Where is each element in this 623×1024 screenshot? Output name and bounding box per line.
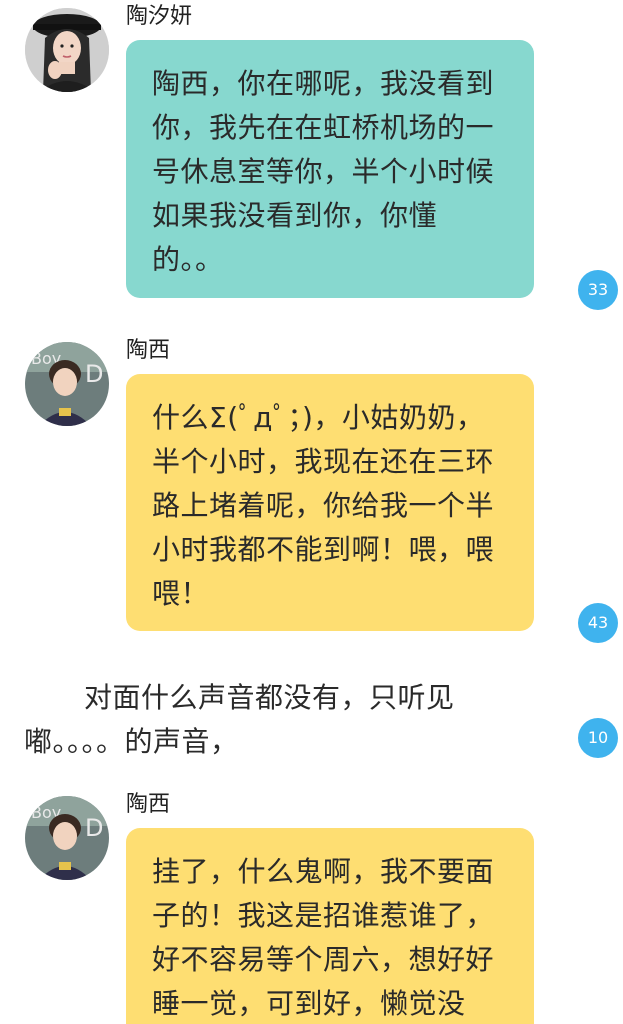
- male-avatar-icon: Boy D: [25, 342, 109, 426]
- sender-name: 陶西: [126, 338, 171, 363]
- avatar-taoxiyan[interactable]: [25, 8, 109, 92]
- svg-text:D: D: [85, 814, 103, 842]
- svg-text:D: D: [85, 360, 103, 388]
- message-bubble[interactable]: 陶西，你在哪呢，我没看到你，我先在在虹桥机场的一号休息室等你，半个小时候如果我没…: [126, 40, 534, 298]
- like-count-badge[interactable]: 33: [578, 270, 618, 310]
- narration-text: 对面什么声音都没有，只听见嘟。。。。的声音，: [24, 681, 455, 758]
- male-avatar-icon: Boy D: [25, 796, 109, 880]
- message-bubble[interactable]: 挂了，什么鬼啊，我不要面子的！我这是招谁惹谁了，好不容易等个周六，想好好睡一觉，…: [126, 828, 534, 1024]
- message-bubble[interactable]: 什么Σ(ﾟдﾟ；)，小姑奶奶，半个小时，我现在还在三环路上堵着呢，你给我一个半小…: [126, 374, 534, 631]
- avatar-taoxi[interactable]: Boy D: [25, 796, 109, 880]
- sender-name: 陶汐妍: [126, 4, 193, 29]
- female-avatar-icon: [25, 8, 109, 92]
- like-count-badge[interactable]: 10: [578, 718, 618, 758]
- chat-screen: 陶汐妍 陶西，你在哪呢，我没看到你，我先在在虹桥机场的一号休息室等你，半个小时候…: [0, 0, 623, 1024]
- avatar-taoxi[interactable]: Boy D: [25, 342, 109, 426]
- sender-name: 陶西: [126, 792, 171, 817]
- like-count-badge[interactable]: 43: [578, 603, 618, 643]
